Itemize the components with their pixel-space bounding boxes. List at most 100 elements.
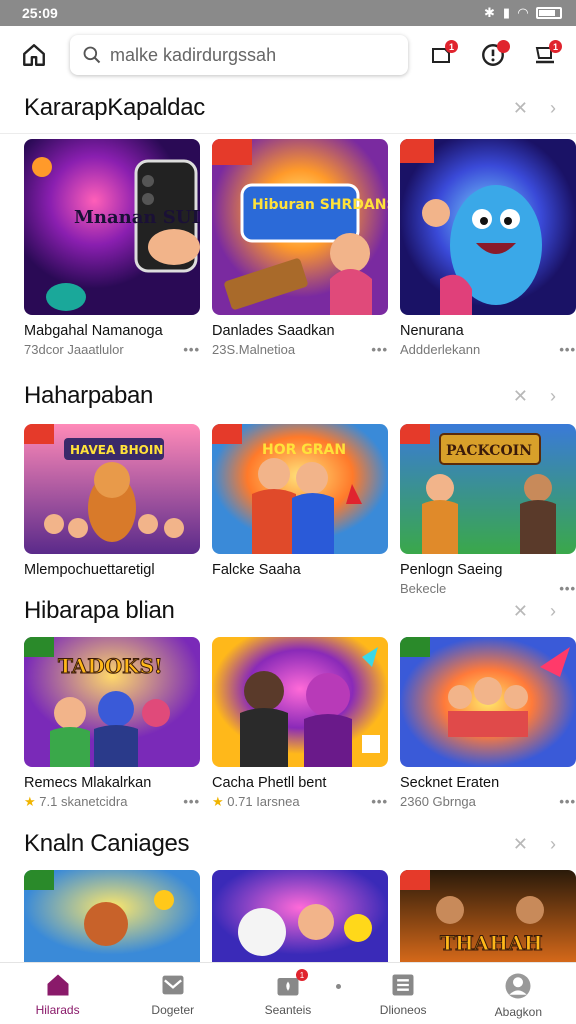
game-thumbnail: HOR GRAN (212, 424, 388, 554)
game-thumbnail (400, 139, 576, 315)
nav-badge: 1 (295, 969, 308, 981)
game-thumbnail (24, 870, 200, 964)
game-thumbnail: THAHAH (400, 870, 576, 964)
card-row: Mnanan SUDAICI Mabgahal Namanoga 73dcor … (0, 139, 576, 357)
card-title: Cacha Phetll bent (212, 775, 327, 791)
nav-label: Abagkon (494, 1005, 543, 1019)
battery-icon (536, 7, 562, 19)
status-icons: ✱ ▮ ◠ (484, 5, 562, 21)
more-icon[interactable]: ••• (183, 794, 200, 810)
section-header: Haharpaban ✕ › (0, 378, 576, 414)
section-4: Knaln Caniages ✕ › THAHAH (0, 826, 576, 964)
game-card[interactable]: HOR GRAN Falcke Saaha (212, 424, 388, 596)
chevron-right-icon[interactable]: › (550, 386, 556, 407)
notification-button[interactable] (476, 38, 510, 72)
search-placeholder: malke kadirdurgssah (110, 44, 277, 65)
more-icon[interactable]: ••• (559, 794, 576, 809)
svg-text:TADOKS!: TADOKS! (58, 654, 163, 678)
nav-item-mail[interactable]: Dogeter (123, 971, 223, 1017)
game-card[interactable]: Nenurana Addderlekann ••• (400, 139, 576, 357)
nav-label: Hilarads (35, 1003, 80, 1017)
nav-item-bag[interactable]: 1 Seanteis (238, 969, 338, 1017)
card-row: TADOKS! Remecs Mlakalrkan ★ 7.1 skanetci… (0, 637, 576, 810)
bottom-navigation: Hilarads Dogeter 1 Seanteis Dlioneos Aba… (0, 962, 576, 1024)
game-card[interactable]: PACKCOIN Penlogn Saeing Bekecle ••• (400, 424, 576, 596)
section-header: Knaln Caniages ✕ › (0, 826, 576, 862)
close-icon[interactable]: ✕ (513, 834, 528, 855)
section-1: KararapKapaldac ✕ › Mnanan SUDAICI Mabga… (0, 90, 576, 357)
top-actions: 1 1 (424, 38, 562, 72)
inbox-button[interactable]: 1 (424, 38, 458, 72)
card-meta: 23S.Malnetioa ••• (212, 342, 388, 357)
section-controls: ✕ › (513, 834, 556, 855)
game-thumbnail (212, 637, 388, 767)
game-card[interactable] (24, 870, 200, 964)
game-thumbnail: TADOKS! (24, 637, 200, 767)
wifi-icon: ◠ (518, 5, 528, 20)
svg-text:THAHAH: THAHAH (440, 931, 543, 955)
signal-icon: ▮ (502, 5, 510, 20)
more-icon[interactable]: ••• (559, 342, 576, 357)
section-header: KararapKapaldac ✕ › (0, 90, 576, 126)
page-indicator-dot (336, 984, 341, 989)
close-icon[interactable]: ✕ (513, 98, 528, 119)
card-title: Mlempochuettaretigl (24, 562, 155, 578)
game-thumbnail (212, 870, 388, 964)
game-card[interactable]: HAVEA BHOIN Mlempochuettaretigl (24, 424, 200, 596)
card-title: Penlogn Saeing (400, 562, 503, 578)
cart-button[interactable]: 1 (528, 38, 562, 72)
game-card[interactable]: Hiburan SHRDANS Danlades Saadkan 23S.Mal… (212, 139, 388, 357)
nav-item-profile[interactable]: Abagkon (468, 971, 568, 1019)
section-header: Hibarapa blian ✕ › (0, 593, 576, 629)
notification-badge (497, 40, 510, 53)
section-controls: ✕ › (513, 386, 556, 407)
card-row: HAVEA BHOIN Mlempochuettaretigl HOR GRAN… (0, 424, 576, 596)
section-title: Haharpaban (24, 382, 154, 409)
cart-badge: 1 (549, 40, 562, 53)
game-thumbnail: Hiburan SHRDANS (212, 139, 388, 315)
game-card[interactable] (212, 870, 388, 964)
more-icon[interactable]: ••• (183, 342, 200, 357)
close-icon[interactable]: ✕ (513, 601, 528, 622)
more-icon[interactable]: ••• (371, 342, 388, 357)
nav-label: Dlioneos (379, 1003, 427, 1017)
card-title: Secknet Eraten (400, 775, 500, 791)
star-icon: ★ (24, 794, 36, 809)
nav-item-home[interactable]: Hilarads (8, 971, 108, 1017)
game-card[interactable]: Mnanan SUDAICI Mabgahal Namanoga 73dcor … (24, 139, 200, 357)
game-card[interactable]: THAHAH (400, 870, 576, 964)
card-meta: 73dcor Jaaatlulor ••• (24, 342, 200, 357)
top-bar: malke kadirdurgssah 1 1 (0, 26, 576, 84)
profile-icon (505, 973, 531, 999)
card-meta: 2360 Gbrnga ••• (400, 794, 576, 809)
game-thumbnail: HAVEA BHOIN (24, 424, 200, 554)
section-controls: ✕ › (513, 98, 556, 119)
home-icon (47, 974, 69, 996)
chevron-right-icon[interactable]: › (550, 98, 556, 119)
nav-item-list[interactable]: Dlioneos (353, 971, 453, 1017)
section-title: KararapKapaldac (24, 94, 205, 121)
card-title: Remecs Mlakalrkan (24, 775, 152, 791)
chevron-right-icon[interactable]: › (550, 834, 556, 855)
game-card[interactable]: Cacha Phetll bent ★ 0.71 Iarsnea ••• (212, 637, 388, 810)
svg-text:HAVEA BHOIN: HAVEA BHOIN (70, 443, 163, 457)
card-title: Danlades Saadkan (212, 323, 335, 339)
nav-label: Dogeter (151, 1003, 195, 1017)
home-icon (23, 44, 45, 66)
section-title: Knaln Caniages (24, 830, 190, 857)
home-button[interactable] (14, 35, 54, 75)
search-input[interactable]: malke kadirdurgssah (70, 35, 408, 75)
game-card[interactable]: Secknet Eraten 2360 Gbrnga ••• (400, 637, 576, 810)
card-meta: ★ 7.1 skanetcidra ••• (24, 794, 200, 810)
svg-text:Mnanan SUDAICI: Mnanan SUDAICI (74, 207, 200, 228)
chevron-right-icon[interactable]: › (550, 601, 556, 622)
search-icon (83, 46, 101, 64)
svg-text:HOR GRAN: HOR GRAN (262, 442, 346, 458)
close-icon[interactable]: ✕ (513, 386, 528, 407)
game-thumbnail: PACKCOIN (400, 424, 576, 554)
section-controls: ✕ › (513, 601, 556, 622)
inbox-badge: 1 (445, 40, 458, 53)
game-card[interactable]: TADOKS! Remecs Mlakalrkan ★ 7.1 skanetci… (24, 637, 200, 810)
more-icon[interactable]: ••• (371, 794, 388, 810)
game-thumbnail: Mnanan SUDAICI (24, 139, 200, 315)
